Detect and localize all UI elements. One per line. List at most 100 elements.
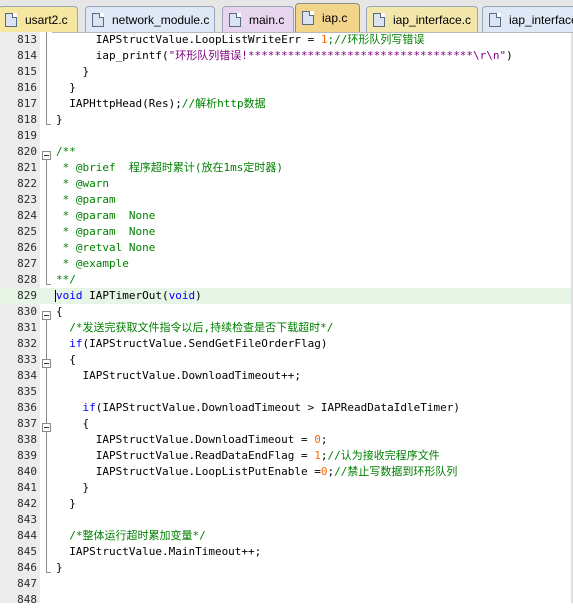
code-text: IAPStructValue.LoopListPutEnable =0;//禁止…	[56, 464, 458, 480]
fold-toggle-icon[interactable]	[42, 151, 51, 160]
code-line[interactable]: 829 void IAPTimerOut(void)	[0, 288, 573, 304]
code-line[interactable]: 816 }	[0, 80, 573, 96]
code-line[interactable]: 831 /*发送完获取文件指令以后,持续检查是否下载超时*/	[0, 320, 573, 336]
code-token-comment: * @warn	[56, 177, 109, 190]
code-token-text: (IAPStructValue.DownloadTimeout > IAPRea…	[95, 401, 460, 414]
tab-usart2-c[interactable]: usart2.c	[0, 6, 78, 32]
line-number: 847	[17, 577, 37, 590]
code-text: }	[56, 80, 76, 96]
line-number: 826	[17, 241, 37, 254]
code-text: * @param None	[56, 208, 156, 224]
code-token-text: }	[56, 497, 76, 510]
text-cursor	[55, 290, 56, 302]
code-line[interactable]: 840 IAPStructValue.LoopListPutEnable =0;…	[0, 464, 573, 480]
code-text: {	[56, 304, 63, 320]
code-line[interactable]: 837 {	[0, 416, 573, 432]
code-line[interactable]: 817 IAPHttpHead(Res);//解析http数据	[0, 96, 573, 112]
line-number: 821	[17, 161, 37, 174]
line-number: 831	[17, 321, 37, 334]
code-token-text: IAPStructValue.ReadDataEndFlag =	[56, 449, 315, 462]
code-line[interactable]: 832 if(IAPStructValue.SendGetFileOrderFl…	[0, 336, 573, 352]
tab-network-module-c[interactable]: network_module.c	[85, 6, 215, 32]
code-line[interactable]: 825 * @param None	[0, 224, 573, 240]
line-number: 827	[17, 257, 37, 270]
code-line[interactable]: 821 * @brief 程序超时累计(放在1ms定时器)	[0, 160, 573, 176]
fold-line	[46, 320, 47, 572]
code-token-text: IAPStructValue.LoopListWriteErr =	[56, 33, 321, 46]
code-token-text: ;	[320, 449, 328, 462]
code-token-text: IAPStructValue.DownloadTimeout =	[56, 433, 315, 446]
fold-end-marker	[46, 284, 51, 285]
code-text: * @param None	[56, 224, 156, 240]
fold-toggle-icon[interactable]	[42, 423, 51, 432]
tab-iap-interface[interactable]: iap_interface	[482, 6, 573, 32]
code-line[interactable]: 847	[0, 576, 573, 592]
code-line[interactable]: 814 iap_printf("环形队列错误!*****************…	[0, 48, 573, 64]
code-token-comment: /**	[56, 145, 76, 158]
code-line[interactable]: 828 **/	[0, 272, 573, 288]
code-line[interactable]: 820 /**	[0, 144, 573, 160]
code-line[interactable]: 834 IAPStructValue.DownloadTimeout++;	[0, 368, 573, 384]
code-line[interactable]: 818}	[0, 112, 573, 128]
c-file-icon	[5, 12, 17, 27]
c-file-icon	[229, 12, 241, 27]
fold-toggle-icon[interactable]	[42, 311, 51, 320]
line-number: 823	[17, 193, 37, 206]
code-token-text: {	[56, 305, 63, 318]
code-line[interactable]: 843	[0, 512, 573, 528]
line-number: 816	[17, 81, 37, 94]
code-text: **/	[56, 272, 76, 288]
code-token-keyword: if	[82, 401, 96, 414]
code-token-text: {	[56, 417, 90, 430]
code-line[interactable]: 819	[0, 128, 573, 144]
code-line[interactable]: 813 IAPStructValue.LoopListWriteErr = 1;…	[0, 32, 573, 48]
code-token-number: 1	[320, 33, 328, 46]
code-line[interactable]: 839 IAPStructValue.ReadDataEndFlag = 1;/…	[0, 448, 573, 464]
line-number: 834	[17, 369, 37, 382]
tab-iap-c[interactable]: iap.c	[295, 3, 360, 32]
line-number: 840	[17, 465, 37, 478]
code-line[interactable]: 838 IAPStructValue.DownloadTimeout = 0;	[0, 432, 573, 448]
code-text: }	[56, 480, 89, 496]
code-token-text: IAPStructValue.MainTimeout++;	[56, 545, 262, 558]
code-line[interactable]: 846}	[0, 560, 573, 576]
code-line[interactable]: 822 * @warn	[0, 176, 573, 192]
line-number: 820	[17, 145, 37, 158]
code-text: if(IAPStructValue.DownloadTimeout > IAPR…	[56, 400, 461, 416]
code-token-text: )	[506, 49, 513, 62]
code-line[interactable]: 845 IAPStructValue.MainTimeout++;	[0, 544, 573, 560]
line-number: 825	[17, 225, 37, 238]
code-token-comment: /*发送完获取文件指令以后,持续检查是否下载超时*/	[56, 321, 334, 334]
code-line[interactable]: 815 }	[0, 64, 573, 80]
code-token-text: }	[56, 113, 63, 126]
code-line[interactable]: 830 {	[0, 304, 573, 320]
code-text: * @retval None	[56, 240, 156, 256]
line-number: 842	[17, 497, 37, 510]
code-line[interactable]: 824 * @param None	[0, 208, 573, 224]
code-text: }	[56, 560, 63, 576]
fold-toggle-icon[interactable]	[42, 359, 51, 368]
tab-label: usart2.c	[25, 12, 68, 27]
code-line[interactable]: 835	[0, 384, 573, 400]
code-line[interactable]: 826 * @retval None	[0, 240, 573, 256]
code-line[interactable]: 841 }	[0, 480, 573, 496]
line-number: 843	[17, 513, 37, 526]
line-number: 836	[17, 401, 37, 414]
code-line[interactable]: 842 }	[0, 496, 573, 512]
code-line[interactable]: 833 {	[0, 352, 573, 368]
code-token-comment: * @param	[56, 193, 116, 206]
code-token-text: }	[56, 481, 90, 494]
code-token-keyword: void	[168, 289, 196, 302]
tab-iap-interface-c[interactable]: iap_interface.c	[366, 6, 478, 32]
tab-main-c[interactable]: main.c	[222, 6, 294, 32]
code-text: * @brief 程序超时累计(放在1ms定时器)	[56, 160, 283, 176]
line-number: 838	[17, 433, 37, 446]
code-line[interactable]: 844 /*整体运行超时累加变量*/	[0, 528, 573, 544]
code-line[interactable]: 836 if(IAPStructValue.DownloadTimeout > …	[0, 400, 573, 416]
code-line[interactable]: 848	[0, 592, 573, 608]
code-text: * @example	[56, 256, 129, 272]
code-token-comment: **/	[56, 273, 76, 286]
code-line[interactable]: 823 * @param	[0, 192, 573, 208]
code-line[interactable]: 827 * @example	[0, 256, 573, 272]
